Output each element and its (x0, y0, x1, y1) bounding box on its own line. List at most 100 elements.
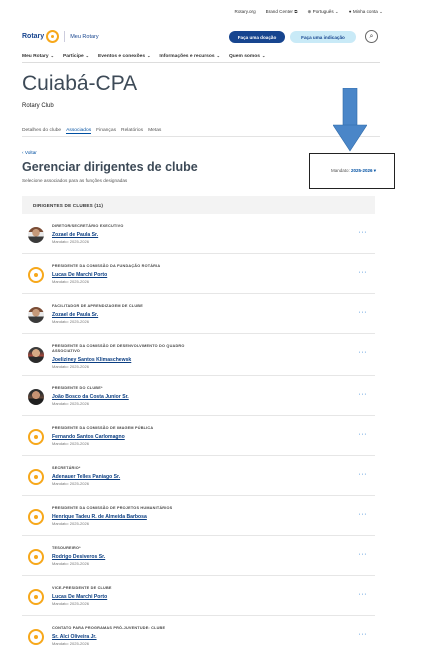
more-options-icon[interactable]: ··· (359, 631, 368, 638)
nav-item-informacoes[interactable]: Informações e recursos ⌄ (159, 53, 220, 59)
logo-wordmark: Rotary (22, 33, 45, 40)
chevron-down-icon: ⌄ (334, 9, 339, 14)
nav-item-eventos[interactable]: Eventos e conexões ⌄ (98, 53, 150, 59)
nav-item-quem-somos[interactable]: Quem somos ⌄ (229, 53, 265, 59)
officer-role: Facilitador de aprendizagem de clube (52, 304, 143, 308)
officer-term: Mandato: 2025-2026 (52, 561, 89, 566)
list-item: Secretário* Adenauer Telles Paniago Sr. … (22, 456, 375, 496)
more-options-icon[interactable]: ··· (359, 391, 368, 398)
tab-relatorios[interactable]: Relatórios (121, 128, 143, 134)
more-options-icon[interactable]: ··· (359, 269, 368, 276)
list-item: Presidente da Comissão de Projetos Human… (22, 496, 375, 536)
rotary-org-link[interactable]: Rotary.org (235, 9, 256, 15)
officer-term: Mandato: 2025-2026 (52, 481, 89, 486)
more-options-icon[interactable]: ··· (359, 229, 368, 236)
list-item: Presidente da Comissão de Desenvolviment… (22, 334, 375, 376)
indicate-button[interactable]: Faça uma indicação (290, 31, 356, 43)
more-options-icon[interactable]: ··· (359, 511, 368, 518)
chevron-left-icon: ‹ (22, 150, 24, 155)
officer-name-link[interactable]: João Bosco da Costa Junior Sr. (52, 394, 129, 400)
list-item: Vice-presidente de clube Lucas De Marchi… (22, 576, 375, 616)
officer-term: Mandato: 2025-2026 (52, 401, 89, 406)
brand-center-label: Brand Center (265, 9, 293, 14)
club-type: Rotary Club (22, 103, 54, 109)
rotary-wheel-avatar-icon (28, 469, 44, 485)
rotary-wheel-avatar-icon (28, 509, 44, 525)
avatar (28, 389, 44, 405)
officer-name-link[interactable]: Lucas De Marchi Porto (52, 272, 107, 278)
tabs-divider (22, 136, 380, 137)
back-label: Voltar (24, 150, 37, 155)
mandate-select[interactable]: Mandato: 2025-2026 ▾ (331, 168, 376, 174)
officer-term: Mandato: 2025-2026 (52, 279, 89, 284)
officer-role: Presidente do clube* (52, 386, 103, 390)
officer-name-link[interactable]: Zozael de Paula Sr. (52, 232, 98, 238)
officer-name-link[interactable]: Joeliziney Santos Klimaschewsk (52, 357, 131, 363)
nav-item-meu-rotary[interactable]: Meu Rotary ⌄ (22, 53, 54, 59)
officer-role: Presidente da Comissão de Projetos Human… (52, 506, 173, 510)
rotary-wheel-avatar-icon (28, 589, 44, 605)
officer-name-link[interactable]: Fernando Santos Carlomagno (52, 434, 125, 440)
more-options-icon[interactable]: ··· (359, 431, 368, 438)
tab-financas[interactable]: Finanças (96, 128, 116, 134)
rotary-wheel-avatar-icon (28, 429, 44, 445)
mandate-label: Mandato: (331, 168, 350, 173)
donate-button[interactable]: Faça uma doação (229, 31, 285, 43)
search-button[interactable]: ⌕ (365, 30, 378, 43)
user-icon: ● (348, 9, 352, 14)
officers-list: DIRIGENTES DE CLUBES (11) Diretor/secret… (22, 196, 375, 646)
chevron-down-icon: ⌄ (50, 53, 54, 58)
officer-role: Presidente da Comissão da Fundação Rotár… (52, 264, 161, 268)
officer-term: Mandato: 2025-2026 (52, 239, 89, 244)
nav-label: Quem somos (228, 54, 260, 59)
list-item: Presidente do clube* João Bosco da Costa… (22, 376, 375, 416)
rotary-wheel-avatar-icon (28, 267, 44, 283)
officer-role: Diretor/secretário executivo (52, 224, 124, 228)
rotary-logo[interactable]: Rotary Meu Rotary (22, 30, 99, 43)
nav-label: Eventos e conexões (98, 54, 146, 59)
nav-item-participe[interactable]: Participe ⌄ (63, 53, 89, 59)
globe-icon: ⊕ (307, 9, 312, 14)
chevron-down-icon: ⌄ (379, 9, 383, 14)
list-header: DIRIGENTES DE CLUBES (11) (22, 196, 375, 214)
rotary-wheel-icon (46, 30, 60, 43)
more-options-icon[interactable]: ··· (359, 309, 368, 316)
mandate-value: 2025-2026 ▾ (351, 168, 377, 173)
officer-name-link[interactable]: Adenauer Telles Paniago Sr. (52, 474, 120, 480)
more-options-icon[interactable]: ··· (359, 551, 368, 558)
chevron-down-icon: ⌄ (216, 53, 220, 58)
more-options-icon[interactable]: ··· (359, 591, 368, 598)
brand-center-link[interactable]: Brand Center ⧉ (266, 9, 298, 15)
tab-metas[interactable]: Metas (148, 128, 161, 134)
officer-name-link[interactable]: Lucas De Marchi Porto (52, 594, 107, 600)
tab-detalhes[interactable]: Detalhes do clube (22, 128, 61, 134)
language-selector[interactable]: ⊕ Português ⌄ (308, 9, 339, 15)
more-options-icon[interactable]: ··· (359, 471, 368, 478)
account-menu[interactable]: ● Minha conta ⌄ (349, 9, 383, 15)
back-link[interactable]: ‹ Voltar (22, 150, 37, 155)
nav-label: Participe (63, 54, 84, 59)
officer-role: Tesoureiro* (52, 546, 81, 550)
officer-name-link[interactable]: Sr. Alci Oliveira Jr. (52, 634, 97, 640)
avatar (28, 347, 44, 363)
avatar (28, 227, 44, 243)
more-options-icon[interactable]: ··· (359, 349, 368, 356)
officer-name-link[interactable]: Rodrigo Desiveros Sr. (52, 554, 105, 560)
account-label: Minha conta (352, 9, 378, 14)
officer-role: Presidente da Comissão de Imagem Pública (52, 426, 154, 430)
logo-divider (64, 31, 66, 42)
nav-label: Meu Rotary (22, 54, 49, 59)
tab-associados[interactable]: Associados (66, 128, 92, 134)
officer-name-link[interactable]: Zozael de Paula Sr. (52, 312, 98, 318)
nav-label: Informações e recursos (159, 54, 215, 59)
officer-term: Mandato: 2025-2026 (52, 601, 89, 606)
list-item: Diretor/secretário executivo Zozael de P… (22, 214, 375, 254)
officer-role: Presidente da Comissão de Desenvolviment… (52, 344, 185, 354)
nav-divider (22, 62, 380, 63)
list-item: Tesoureiro* Rodrigo Desiveros Sr. Mandat… (22, 536, 375, 576)
search-icon: ⌕ (369, 32, 374, 40)
utility-bar: Rotary.org Brand Center ⧉ ⊕ Português ⌄ … (235, 9, 383, 15)
officer-name-link[interactable]: Henrique Tadeu R. de Almeida Barbosa (52, 514, 147, 520)
section-title: Gerenciar dirigentes de clube (22, 160, 198, 174)
list-item: Contato para programas pró-juventude: cl… (22, 616, 375, 656)
